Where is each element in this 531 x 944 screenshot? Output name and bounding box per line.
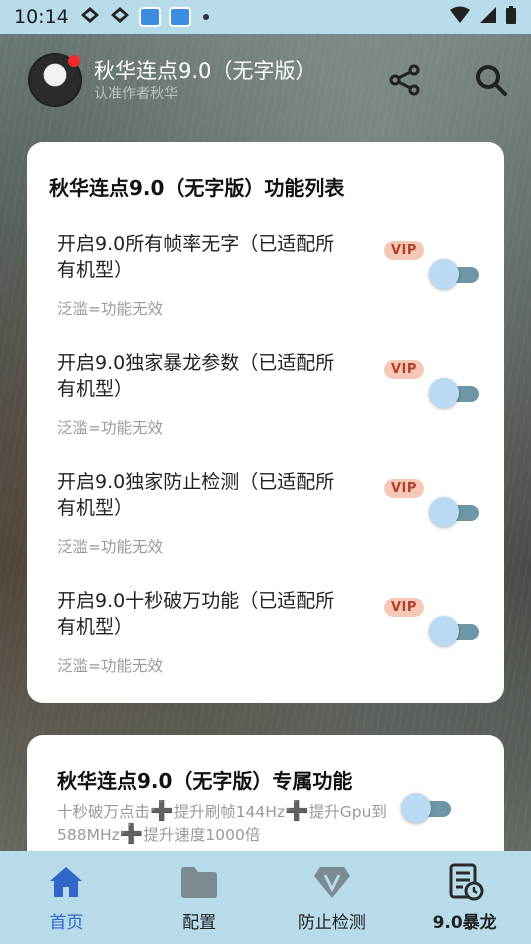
feature-item-title: 开启9.0十秒破万功能（已适配所有机型） — [57, 590, 335, 638]
toggle-thumb — [429, 378, 459, 408]
feature-item-title: 开启9.0所有帧率无字（已适配所有机型） — [57, 233, 335, 281]
feature-item: 开启9.0独家防止检测（已适配所有机型） VIP 泛滥=功能无效 — [49, 469, 482, 588]
nav-item-anti-detect[interactable]: 防止检测 — [266, 851, 399, 944]
toggle-thumb — [429, 497, 459, 527]
app-header: 秋华连点9.0（无字版） 认准作者秋华 — [0, 34, 531, 126]
app-title: 秋华连点9.0（无字版） — [94, 59, 317, 83]
share-icon — [389, 64, 420, 96]
feature-item-title: 开启9.0独家防止检测（已适配所有机型） — [57, 471, 335, 519]
plus-icon: ➕ — [285, 800, 309, 822]
vip-badge: VIP — [384, 479, 424, 498]
feature-list-card: 秋华连点9.0（无字版）功能列表 开启9.0所有帧率无字（已适配所有机型） VI… — [27, 142, 504, 703]
feature-item-title: 开启9.0独家暴龙参数（已适配所有机型） — [57, 352, 335, 400]
vip-badge: VIP — [384, 241, 424, 260]
home-icon — [46, 862, 86, 902]
feature-item-note: 泛滥=功能无效 — [57, 300, 163, 318]
notification-badge — [68, 55, 80, 67]
share-button[interactable] — [387, 62, 423, 98]
header-actions — [387, 62, 509, 98]
header-text: 秋华连点9.0（无字版） 认准作者秋华 — [94, 57, 316, 103]
notification-diamond-icon — [109, 5, 131, 30]
feature-toggle[interactable] — [429, 497, 483, 527]
toggle-thumb — [429, 616, 459, 646]
nav-label-config: 配置 — [182, 913, 217, 933]
feature-item-note: 泛滥=功能无效 — [57, 419, 163, 437]
notification-diamond-icon — [79, 5, 101, 30]
feature-toggle[interactable] — [429, 259, 483, 289]
desc-part: 十秒破万点击 — [57, 803, 151, 821]
nav-item-home[interactable]: 首页 — [0, 851, 133, 944]
desc-part: 提升速度1000倍 — [143, 826, 261, 844]
feature-toggle[interactable] — [429, 616, 483, 646]
exclusive-feature-toggle[interactable] — [401, 793, 455, 823]
vip-badge: VIP — [384, 598, 424, 617]
plus-icon: ➕ — [119, 823, 144, 845]
vip-diamond-icon — [312, 862, 352, 902]
app-notification-icon — [168, 7, 191, 27]
feature-list-title: 秋华连点9.0（无字版）功能列表 — [49, 176, 345, 200]
battery-icon — [505, 5, 517, 30]
feature-item-note: 泛滥=功能无效 — [57, 657, 163, 675]
feature-toggle[interactable] — [429, 378, 483, 408]
bottom-nav: 首页 配置 防止检测 9.0暴龙 — [0, 851, 531, 944]
search-icon — [476, 65, 507, 96]
nav-label-9-0-dragon: 9.0暴龙 — [432, 913, 497, 933]
feature-item: 开启9.0所有帧率无字（已适配所有机型） VIP 泛滥=功能无效 — [49, 231, 482, 350]
nav-item-9-0-dragon[interactable]: 9.0暴龙 — [398, 851, 531, 944]
status-bar: 10:14 — [0, 0, 531, 34]
nav-label-anti-detect: 防止检测 — [297, 913, 366, 933]
toggle-thumb — [401, 793, 431, 823]
status-indicators — [449, 5, 517, 30]
exclusive-feature-card: 秋华连点9.0（无字版）专属功能 十秒破万点击➕提升刷帧144Hz➕提升Gpu到… — [27, 735, 504, 865]
exclusive-feature-desc: 十秒破万点击➕提升刷帧144Hz➕提升Gpu到588MHz➕提升速度1000倍 — [57, 800, 407, 846]
app-notification-icon — [138, 7, 161, 27]
status-time: 10:14 — [14, 6, 69, 28]
feature-item: 开启9.0独家暴龙参数（已适配所有机型） VIP 泛滥=功能无效 — [49, 350, 482, 469]
folder-icon — [179, 862, 219, 902]
plus-icon: ➕ — [150, 800, 174, 822]
feature-item: 开启9.0十秒破万功能（已适配所有机型） VIP 泛滥=功能无效 — [49, 588, 482, 707]
vip-badge: VIP — [384, 360, 424, 379]
exclusive-feature-title: 秋华连点9.0（无字版）专属功能 — [57, 769, 353, 793]
feature-item-note: 泛滥=功能无效 — [57, 538, 163, 556]
desc-part: 提升刷帧144Hz — [173, 803, 286, 821]
nav-item-config[interactable]: 配置 — [133, 851, 266, 944]
report-clock-icon — [445, 862, 485, 902]
wifi-icon — [449, 6, 471, 29]
avatar[interactable] — [28, 53, 82, 107]
search-button[interactable] — [473, 62, 509, 98]
signal-icon — [479, 6, 497, 29]
nav-label-home: 首页 — [49, 913, 84, 933]
more-notifications-dot-icon — [202, 14, 209, 20]
toggle-thumb — [429, 259, 459, 289]
app-subtitle: 认准作者秋华 — [94, 86, 178, 102]
